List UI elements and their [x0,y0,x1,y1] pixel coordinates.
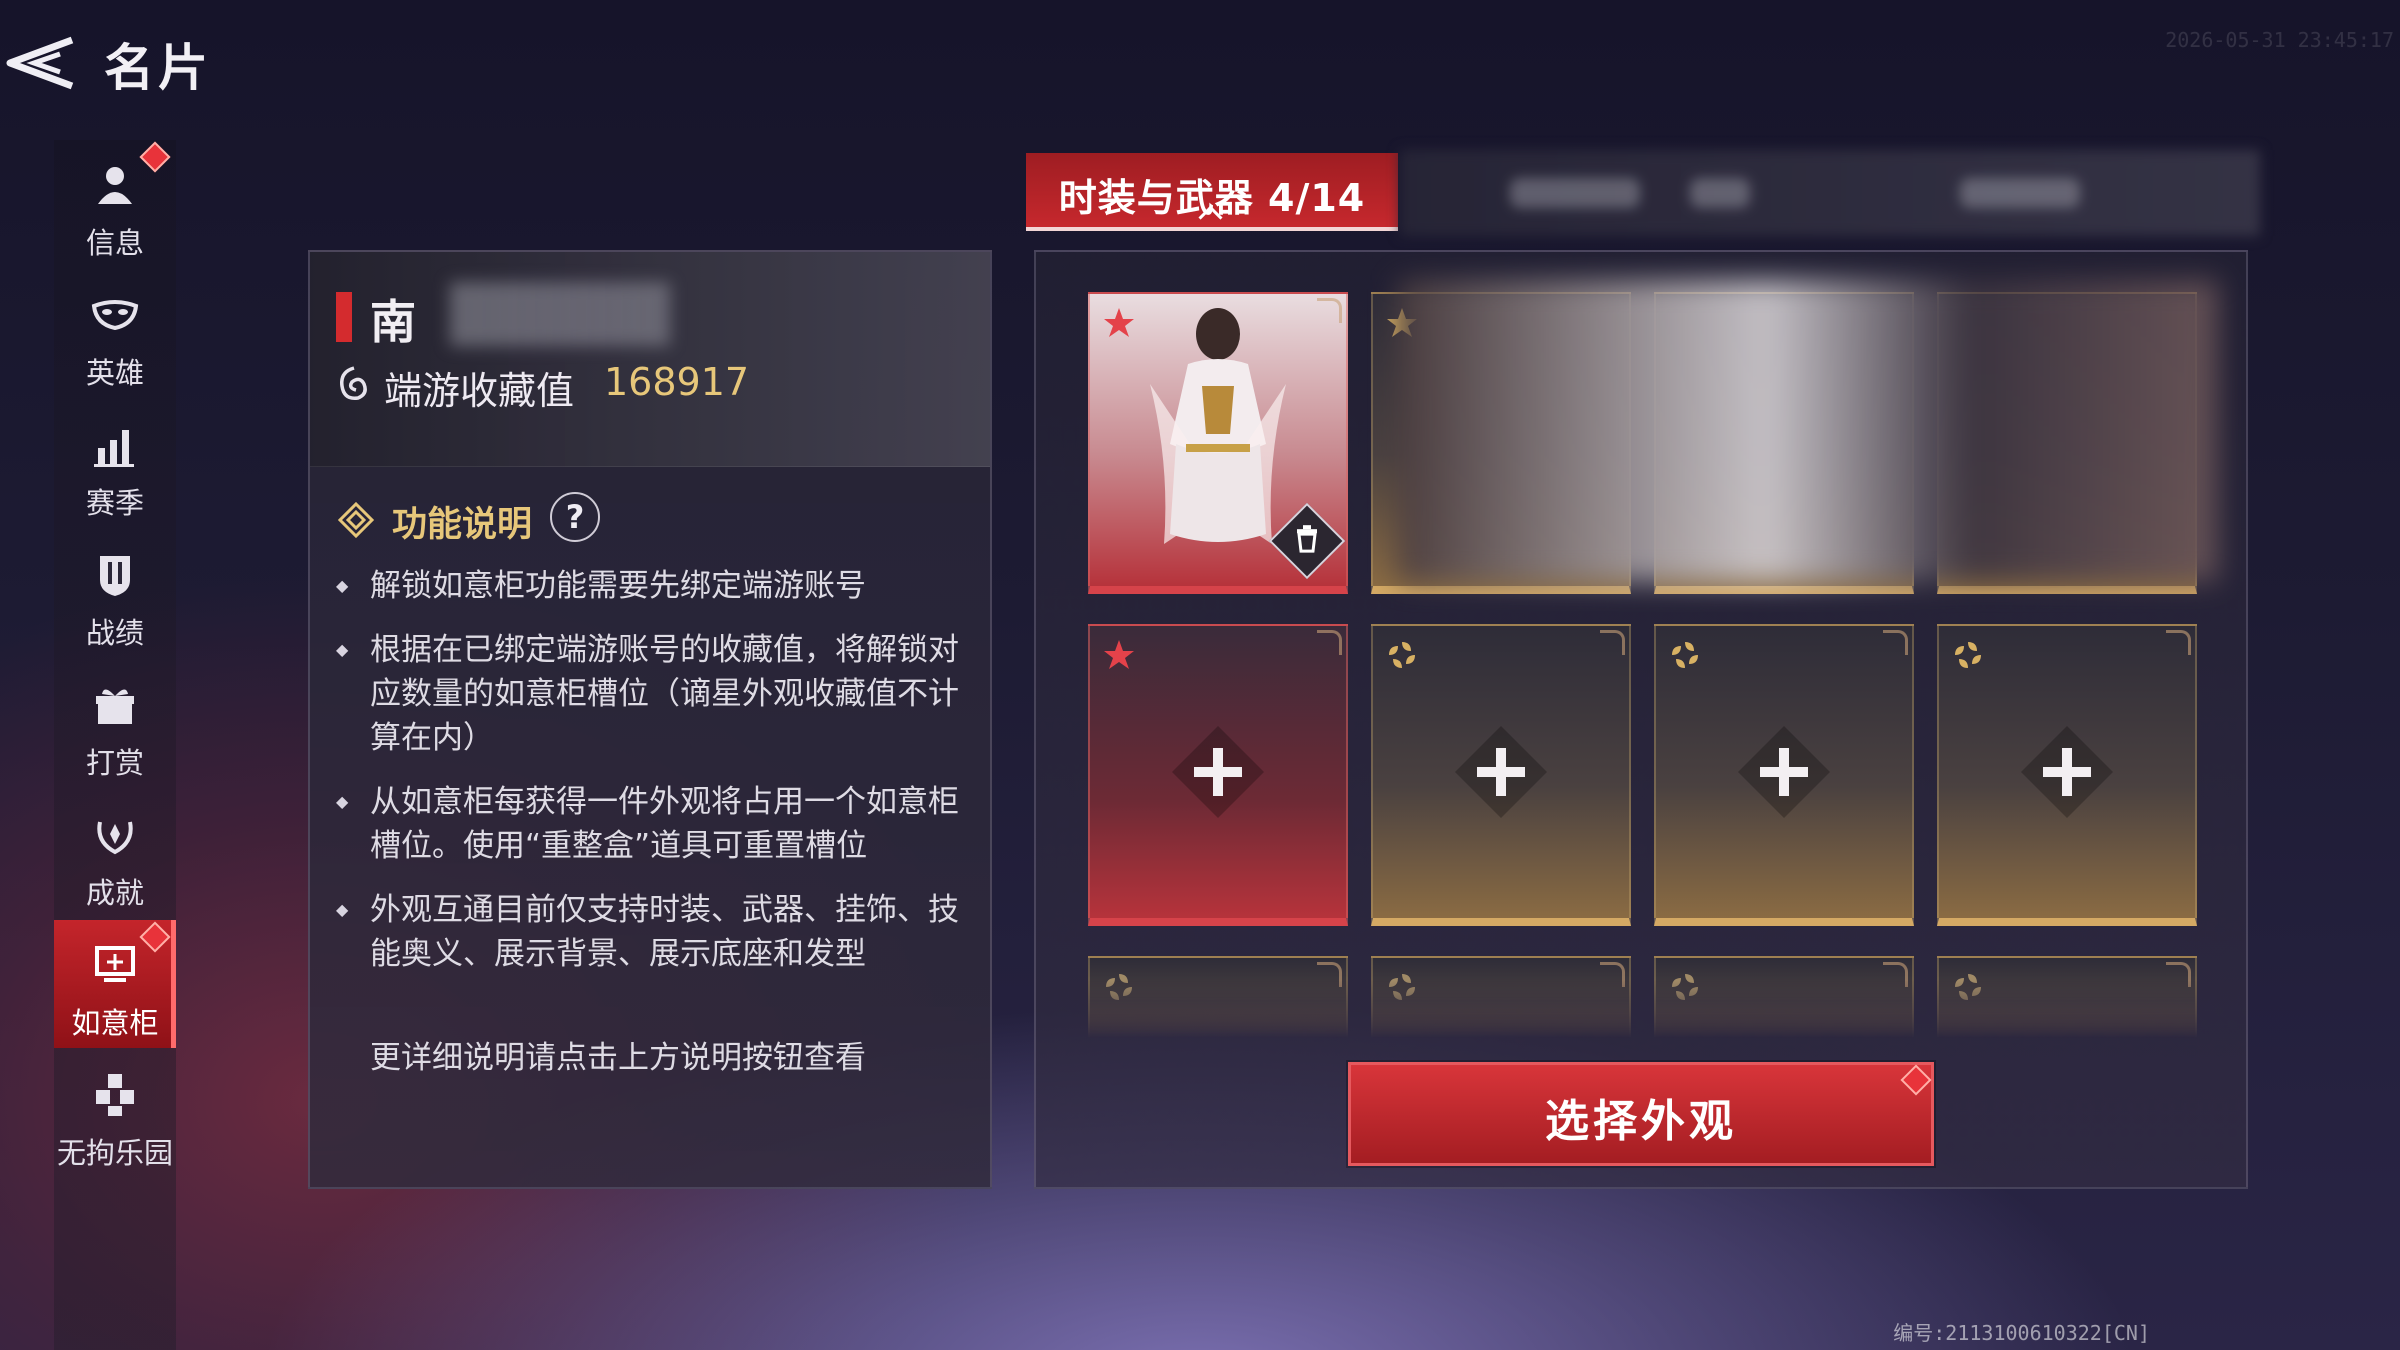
blurred-tabs [1400,150,2260,236]
sidebar-item-cabinet[interactable]: 如意柜 [54,920,176,1048]
slot-empty[interactable] [1937,624,2197,926]
select-appearance-button[interactable]: 选择外观 [1348,1062,1934,1166]
function-title: 功能说明 [392,505,533,545]
corner-ornament [1317,630,1342,655]
add-icon [1455,726,1547,818]
gift-icon [96,689,134,724]
corner-ornament [1600,962,1625,987]
back-arrow-icon [6,36,74,90]
sidebar-item-label: 赛季 [85,486,144,520]
blocks-icon [96,1074,134,1116]
info-panel: 南 端游收藏值 168917 功能说明 ? 解锁如意柜功能需要先绑定端游账号 根… [308,250,992,1189]
slot-locked [1654,956,1914,1038]
sidebar-item-label: 战绩 [85,616,144,650]
corner-ornament [1600,630,1625,655]
slot-locked [1937,956,2197,1038]
notification-badge [139,921,171,953]
collection-icon [340,366,367,400]
flower-star-icon [1955,974,1981,1000]
instruction-list: 解锁如意柜功能需要先绑定端游账号 根据在已绑定端游账号的收藏值，将解锁对应数量的… [334,564,964,996]
slot-empty[interactable] [1088,624,1348,926]
sidebar-item-label: 英雄 [85,356,144,390]
timestamp: 2026-05-31 23:45:17 [2165,28,2394,52]
sidebar-item-season[interactable]: 赛季 [54,400,176,528]
corner-ornament [1317,962,1342,987]
list-item: 从如意柜每获得一件外观将占用一个如意柜槽位。使用“重整盒”道具可重置槽位 [334,780,964,868]
slot-empty[interactable] [1371,624,1631,926]
more-info-note: 更详细说明请点击上方说明按钮查看 [370,1040,866,1076]
list-item: 外观互通目前仅支持时装、武器、挂饰、技能奥义、展示背景、展示底座和发型 [334,888,964,976]
list-item: 解锁如意柜功能需要先绑定端游账号 [334,564,964,608]
sidebar-item-label: 信息 [85,226,144,260]
trash-icon [1297,525,1317,553]
add-icon [1738,726,1830,818]
laurel-icon [97,821,133,855]
flower-star-icon [1389,642,1415,668]
back-button[interactable] [0,30,80,96]
notification-badge [139,141,171,173]
flower-star-icon [1672,974,1698,1000]
sidebar-item-label: 无拘乐园 [56,1136,173,1170]
tab-outfit-weapon[interactable]: 时装与武器 4/14 [1026,153,1398,231]
mask-icon [91,300,139,331]
slot-locked [1088,956,1348,1038]
accent-bar [336,292,352,342]
add-icon [2021,726,2113,818]
serial-number: 编号:2113100610322[CN] [1893,1321,2150,1345]
sidebar-item-record[interactable]: 战绩 [54,530,176,658]
collection-value: 168917 [604,360,750,404]
collection-label: 端游收藏值 [384,369,575,413]
corner-ornament [2166,630,2191,655]
sidebar-item-playground[interactable]: 无拘乐园 [54,1050,176,1178]
blurred-slots [1398,280,2218,582]
sidebar-item-label: 如意柜 [71,1006,159,1040]
cabinet-icon [95,946,135,982]
add-icon [1172,726,1264,818]
slot-filled[interactable] [1088,292,1348,594]
tab-count: 4/14 [1268,176,1366,220]
sidebar-item-heroes[interactable]: 英雄 [54,270,176,398]
sidebar-item-reward[interactable]: 打赏 [54,660,176,788]
flower-star-icon [1104,640,1134,669]
flower-star-icon [1672,642,1698,668]
player-name: 南 [370,295,416,349]
sidebar-item-achievement[interactable]: 成就 [54,790,176,918]
help-button[interactable]: ? [550,492,600,542]
person-icon [98,167,132,204]
shield-icon [100,556,130,596]
list-item: 根据在已绑定端游账号的收藏值，将解锁对应数量的如意柜槽位（谪星外观收藏值不计算在… [334,628,964,760]
flower-star-icon [1389,974,1415,1000]
slot-locked [1371,956,1631,1038]
sidebar-nav: 信息 英雄 赛季 战绩 打赏 成就 如意柜 无拘乐园 [54,140,176,1350]
sidebar-item-label: 打赏 [85,746,144,780]
button-label: 选择外观 [1545,1096,1737,1147]
sidebar-item-label: 成就 [85,876,144,910]
page-title: 名片 [104,39,212,97]
corner-ornament [1883,630,1908,655]
slot-empty[interactable] [1654,624,1914,926]
flower-star-icon [1955,642,1981,668]
profile-header: 南 端游收藏值 168917 [310,252,990,467]
sidebar-item-info[interactable]: 信息 [54,140,176,268]
corner-ornament [2166,962,2191,987]
flower-star-icon [1106,974,1132,1000]
name-redaction [450,282,670,346]
diamond-icon [338,502,374,538]
bar-chart-icon [94,430,134,467]
corner-ornament [1883,962,1908,987]
